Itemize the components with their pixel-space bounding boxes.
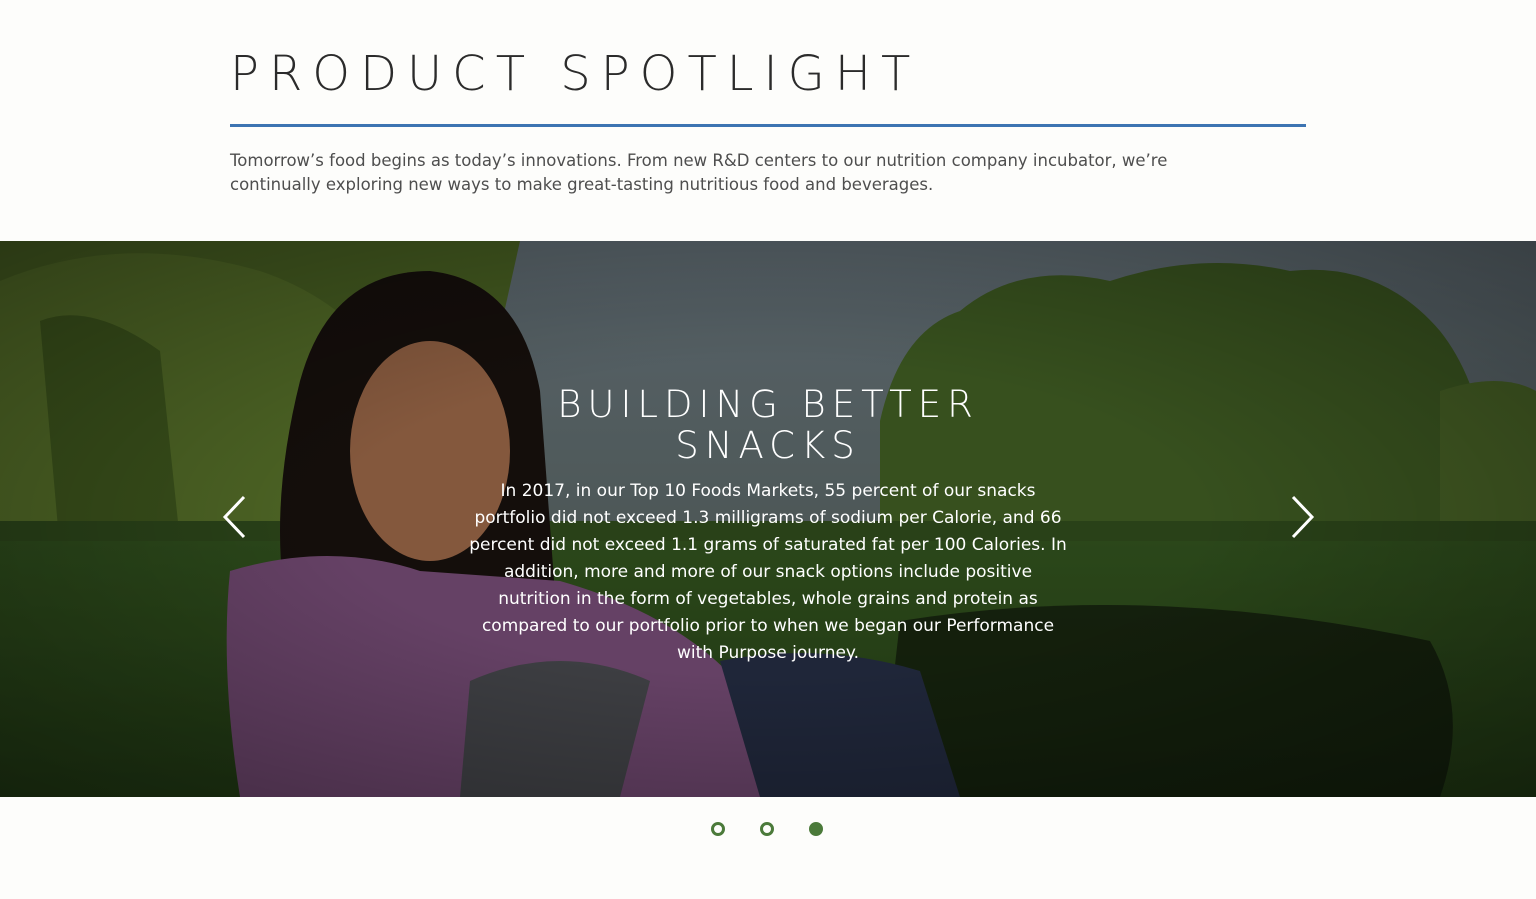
carousel-dot-3[interactable] <box>809 822 823 836</box>
carousel-prev-button[interactable] <box>218 494 252 540</box>
chevron-right-icon <box>1291 495 1315 539</box>
chevron-left-icon <box>222 495 246 539</box>
section-intro: Tomorrow’s food begins as today’s innova… <box>230 151 1168 194</box>
product-spotlight-page: PRODUCT SPOTLIGHT Tomorrow’s food begins… <box>0 0 1536 899</box>
carousel-pagination <box>711 822 823 836</box>
slide-title: BUILDING BETTER SNACKS <box>557 383 979 467</box>
section-title: PRODUCT SPOTLIGHT <box>230 46 921 102</box>
slide-body: In 2017, in our Top 10 Foods Markets, 55… <box>469 481 1067 663</box>
carousel-dot-2[interactable] <box>760 822 774 836</box>
carousel-next-button[interactable] <box>1285 494 1319 540</box>
spotlight-carousel: BUILDING BETTER SNACKS In 2017, in our T… <box>0 241 1536 797</box>
carousel-dot-1[interactable] <box>711 822 725 836</box>
title-divider <box>230 124 1306 127</box>
